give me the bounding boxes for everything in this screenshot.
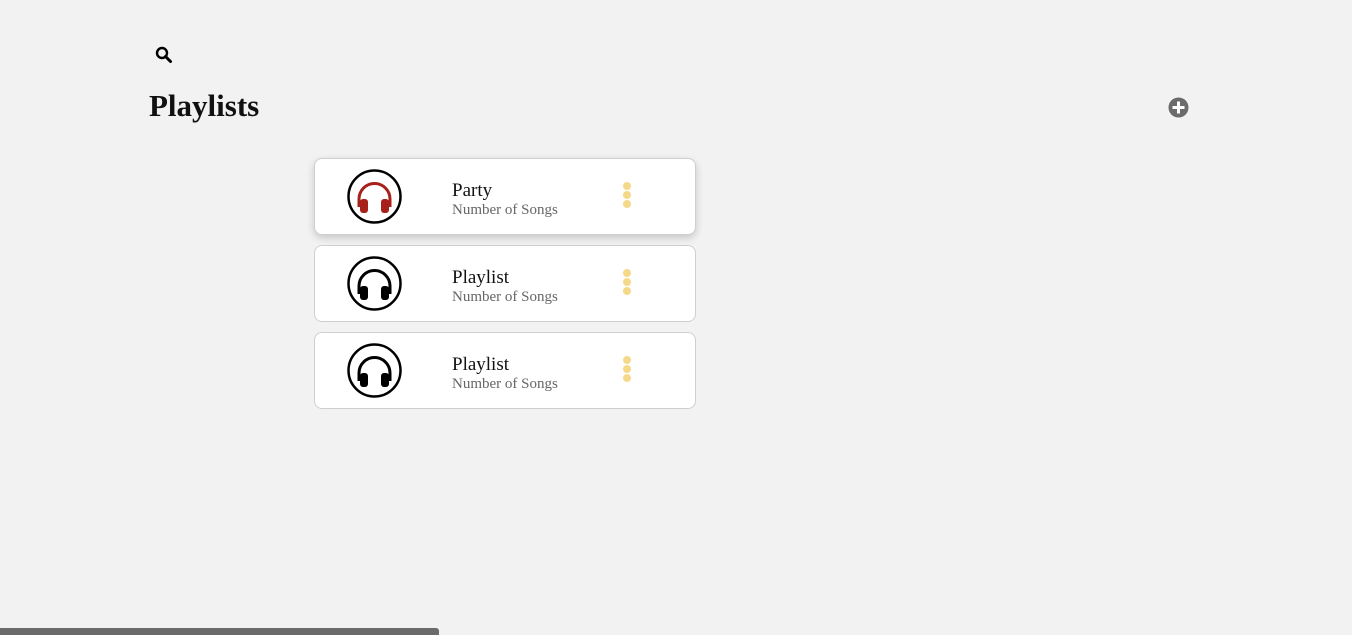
playlist-list: Party Number of Songs Playlist Number of… [314, 158, 696, 419]
plus-circle-icon [1168, 97, 1189, 118]
more-options-icon[interactable] [618, 268, 636, 300]
more-options-icon[interactable] [618, 355, 636, 387]
playlist-song-count: Number of Songs [452, 376, 558, 392]
status-bar [0, 628, 439, 635]
playlist-card[interactable]: Party Number of Songs [314, 158, 696, 235]
add-playlist-button[interactable] [1168, 97, 1189, 118]
playlist-song-count: Number of Songs [452, 202, 558, 218]
page: Playlists Party Number of Songs Playlist… [0, 0, 1352, 635]
headphones-icon [347, 169, 402, 224]
playlist-name: Party [452, 180, 493, 201]
playlist-name: Playlist [452, 354, 510, 375]
search-button[interactable] [154, 45, 174, 65]
playlist-card[interactable]: Playlist Number of Songs [314, 332, 696, 409]
search-icon [155, 46, 172, 63]
playlist-card[interactable]: Playlist Number of Songs [314, 245, 696, 322]
headphones-icon [347, 256, 402, 311]
more-options-icon[interactable] [618, 181, 636, 213]
headphones-icon [347, 343, 402, 398]
playlist-song-count: Number of Songs [452, 289, 558, 305]
playlist-name: Playlist [452, 267, 510, 288]
page-title: Playlists [149, 88, 260, 123]
